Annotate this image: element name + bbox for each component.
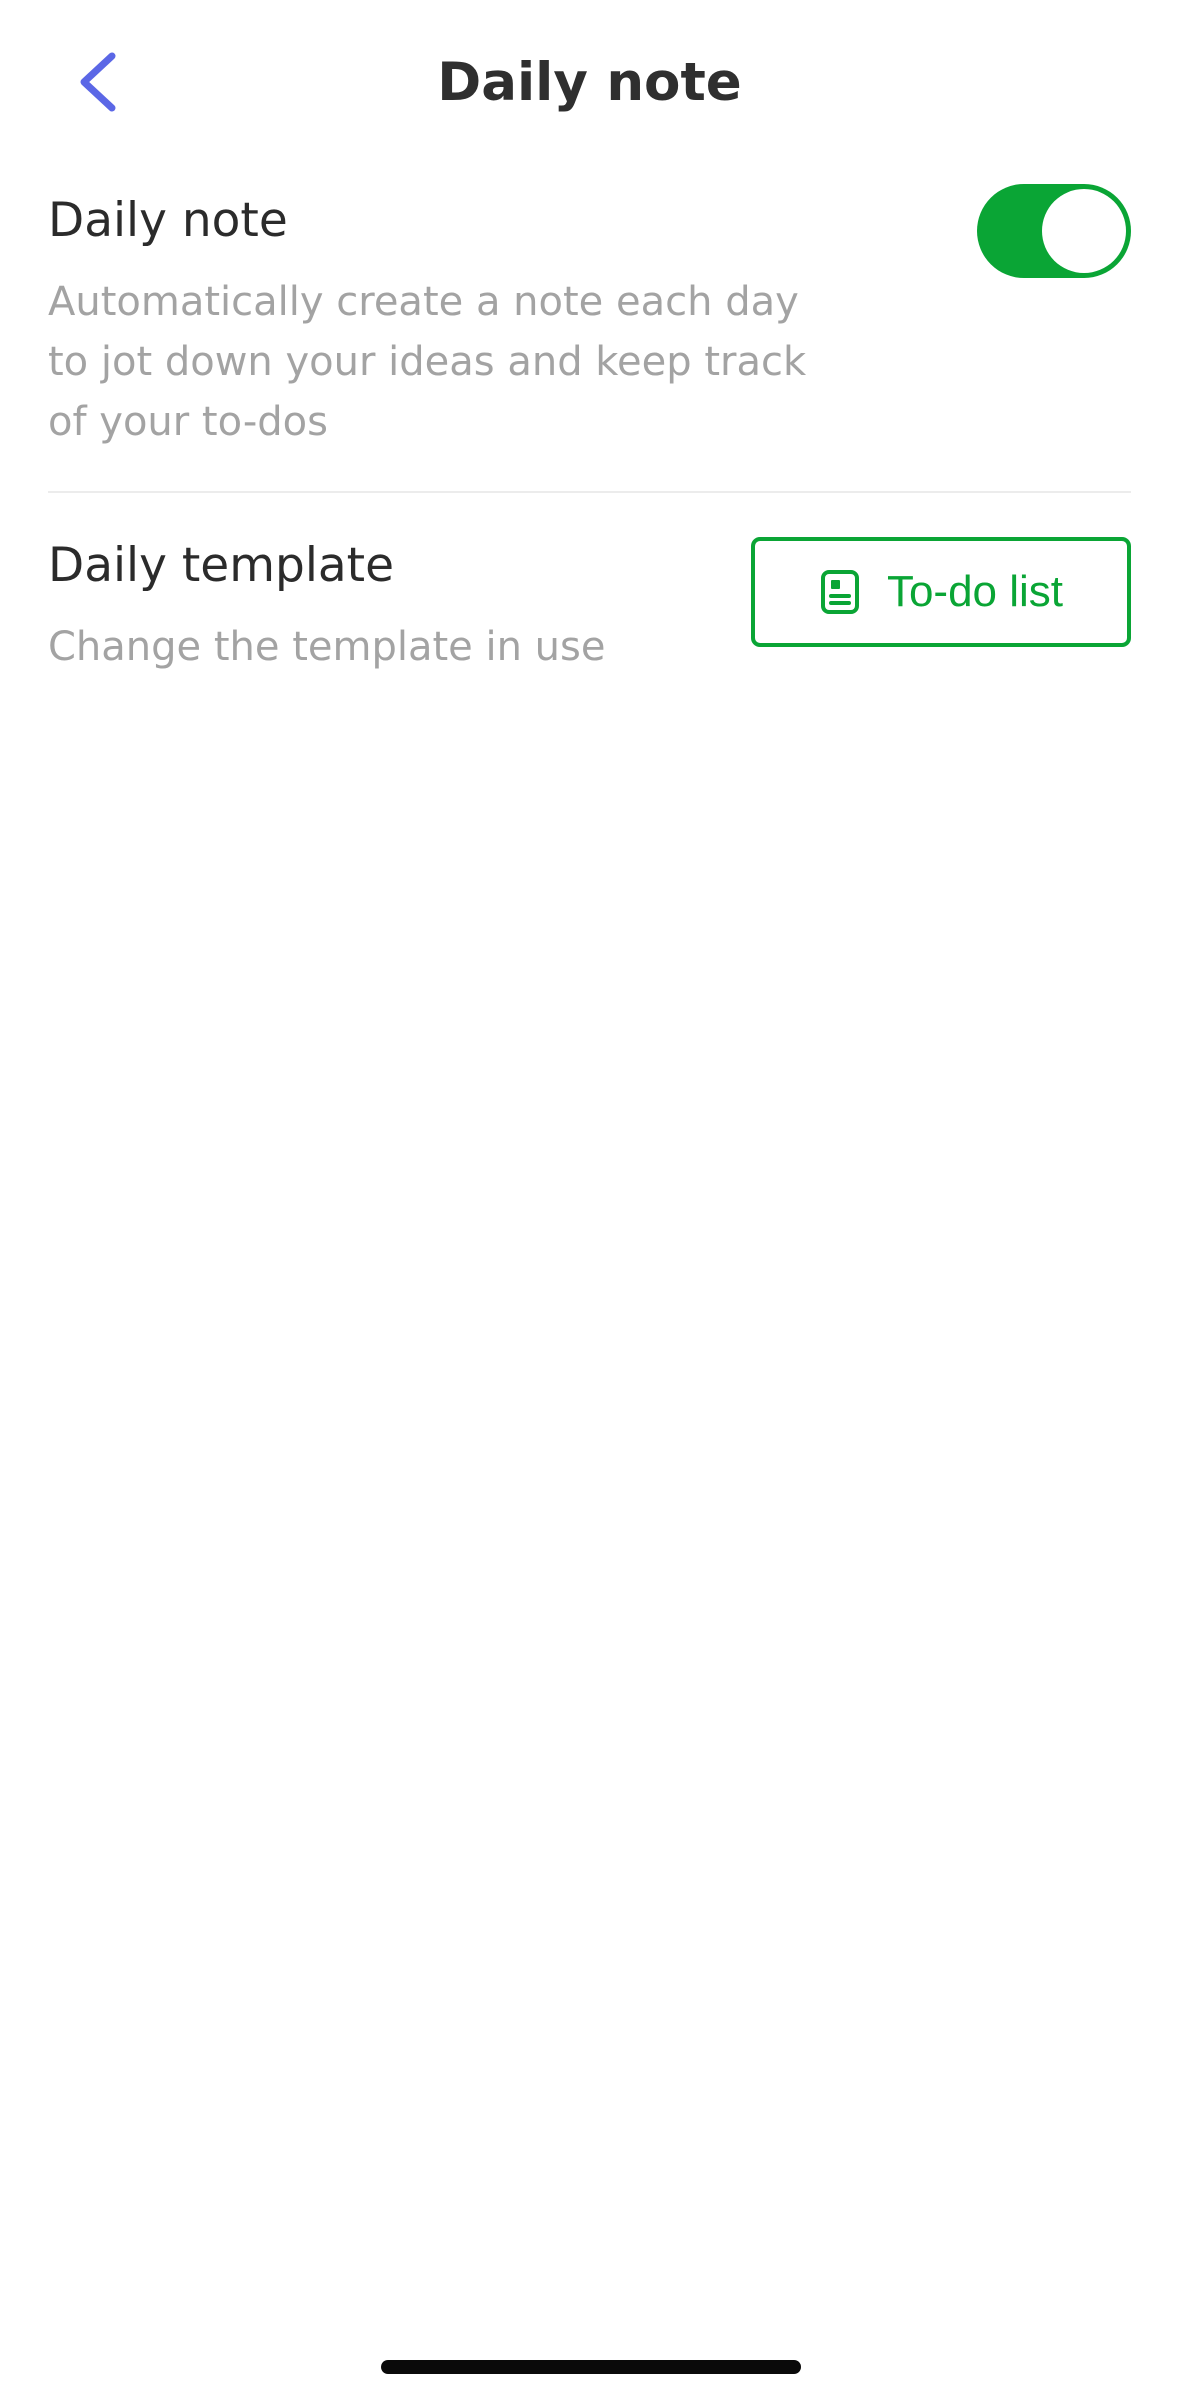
- navigation-header: Daily note: [0, 0, 1179, 165]
- template-select-button[interactable]: To-do list: [751, 537, 1131, 647]
- divider: [48, 491, 1131, 493]
- home-indicator: [381, 2360, 801, 2374]
- daily-note-setting: Daily note Automatically create a note e…: [48, 180, 1131, 492]
- daily-note-toggle[interactable]: [977, 184, 1131, 278]
- daily-template-description: Change the template in use: [48, 624, 606, 670]
- document-icon: [819, 569, 861, 615]
- template-button-label: To-do list: [886, 567, 1064, 616]
- daily-note-title: Daily note: [48, 193, 288, 248]
- daily-template-setting: Daily template Change the template in us…: [48, 525, 1131, 695]
- toggle-knob: [1042, 189, 1126, 273]
- daily-note-description: Automatically create a note each day to …: [48, 279, 807, 445]
- daily-template-title: Daily template: [48, 538, 395, 593]
- page-title: Daily note: [437, 52, 742, 113]
